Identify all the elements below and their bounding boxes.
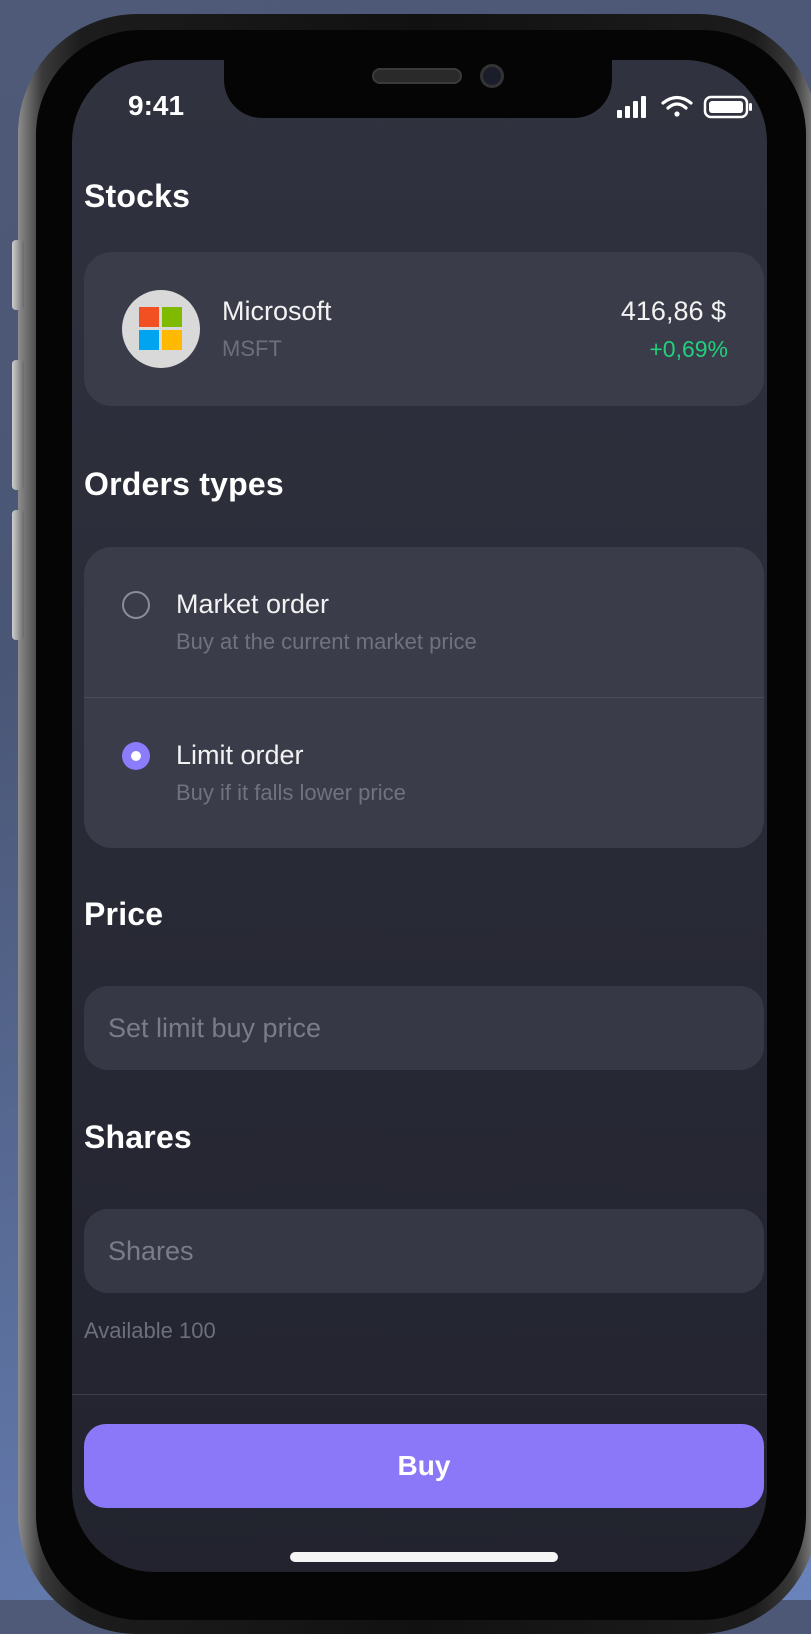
app-screen: 9:41 Stocks Microsoft MSFT 416,86 $ +0,6… — [72, 60, 767, 1572]
stock-card[interactable]: Microsoft MSFT 416,86 $ +0,69% — [84, 252, 764, 406]
market-order-option[interactable]: Market order Buy at the current market p… — [84, 547, 764, 698]
phone-volume-up-button — [12, 360, 24, 490]
phone-side-button — [12, 240, 24, 310]
status-time: 9:41 — [128, 90, 185, 121]
price-section-title: Price — [84, 896, 164, 932]
stock-ticker: MSFT — [222, 336, 282, 361]
available-shares-text: Available 100 — [84, 1318, 216, 1343]
limit-order-label: Limit order — [176, 740, 304, 770]
market-order-radio[interactable] — [122, 591, 150, 619]
home-indicator — [290, 1552, 558, 1562]
shares-input[interactable] — [84, 1209, 764, 1293]
notch — [224, 60, 612, 118]
market-order-description: Buy at the current market price — [176, 629, 477, 654]
stock-price: 416,86 $ — [620, 296, 726, 326]
battery-icon — [703, 95, 752, 119]
limit-order-description: Buy if it falls lower price — [176, 780, 406, 805]
buy-button[interactable]: Buy — [84, 1424, 764, 1508]
speaker-grille — [372, 68, 462, 84]
bottom-divider — [72, 1394, 767, 1395]
shares-section-title: Shares — [84, 1119, 192, 1155]
market-order-label: Market order — [176, 589, 330, 619]
orders-section-title: Orders types — [84, 466, 284, 502]
status-icons — [617, 94, 757, 124]
microsoft-logo-icon — [122, 290, 200, 368]
stock-change: +0,69% — [649, 336, 728, 362]
limit-order-option[interactable]: Limit order Buy if it falls lower price — [84, 698, 764, 848]
front-camera — [480, 64, 504, 88]
signal-icon — [617, 96, 646, 118]
stocks-section-title: Stocks — [84, 178, 191, 214]
limit-order-radio[interactable] — [122, 742, 150, 770]
stock-name: Microsoft — [222, 296, 332, 326]
wifi-icon — [661, 95, 693, 117]
order-types-card: Market order Buy at the current market p… — [84, 547, 764, 848]
phone-volume-down-button — [12, 510, 24, 640]
limit-price-input[interactable] — [84, 986, 764, 1070]
